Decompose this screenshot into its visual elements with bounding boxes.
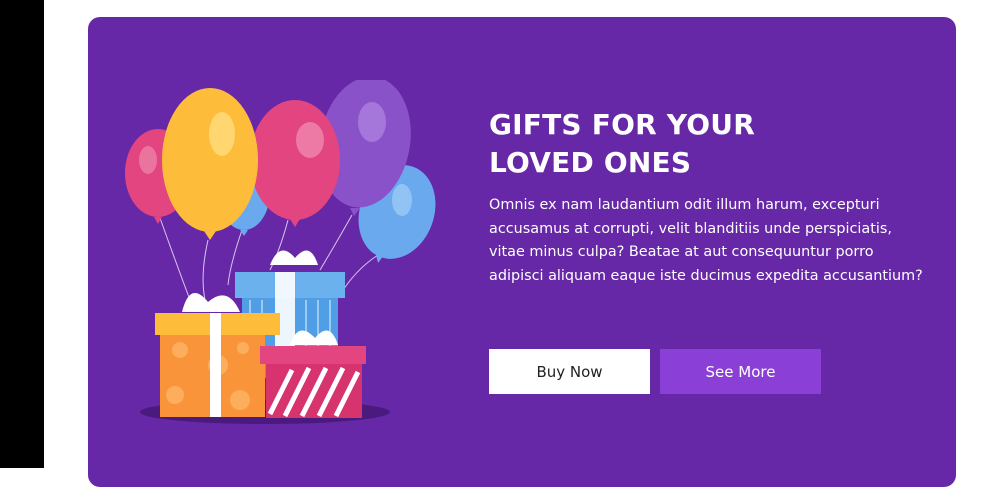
banner-content: GIFTS FOR YOUR LOVED ONES Omnis ex nam l… (489, 106, 929, 288)
banner-title: GIFTS FOR YOUR LOVED ONES (489, 106, 929, 182)
banner-description: Omnis ex nam laudantium odit illum harum… (489, 197, 923, 284)
gifts-balloons-illustration (125, 80, 436, 424)
banner-title-line-2: LOVED ONES (489, 146, 692, 179)
left-black-edge (0, 0, 44, 468)
banner-title-line-1: GIFTS FOR YOUR (489, 108, 755, 141)
buy-now-button[interactable]: Buy Now (489, 349, 650, 394)
see-more-button[interactable]: See More (660, 349, 821, 394)
banner-buttons: Buy Now See More (489, 349, 821, 394)
